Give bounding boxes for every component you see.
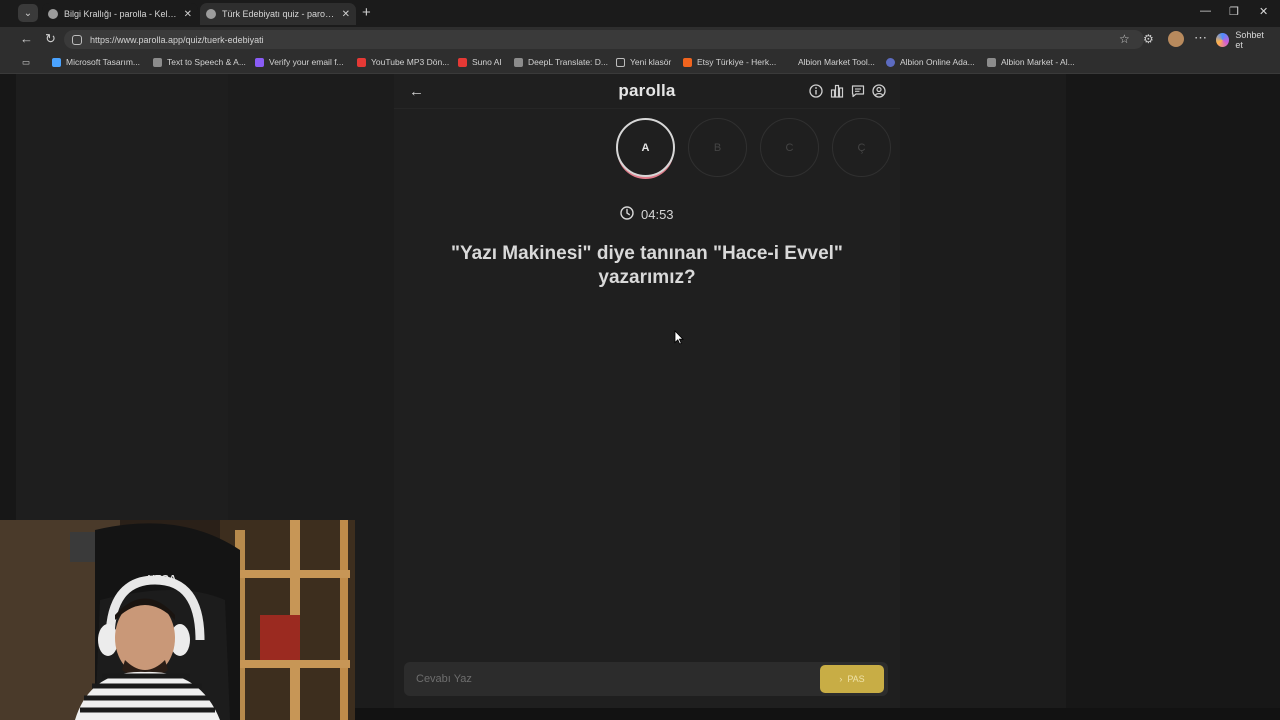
info-icon[interactable] — [808, 83, 823, 98]
clock-icon — [620, 206, 634, 223]
copilot-button[interactable]: Sohbet et — [1212, 29, 1280, 50]
star-icon[interactable]: ☆ — [1119, 32, 1130, 46]
question-text: "Yazı Makinesi" diye tanınan "Hace-i Evv… — [451, 243, 843, 288]
bookmark-label: Albion Market Tool... — [798, 57, 875, 67]
letter-circle-active: A — [616, 118, 675, 177]
user-icon[interactable] — [871, 83, 886, 98]
bookmark-label: DeepL Translate: D... — [528, 57, 609, 67]
bookmark-item[interactable]: YouTube MP3 Dön... — [357, 57, 449, 67]
folder-icon — [616, 57, 625, 67]
profile-avatar[interactable] — [1168, 31, 1184, 47]
bookmark-item[interactable]: Yeni klasör — [616, 57, 671, 67]
letter-wheel: A B C Ç — [616, 118, 891, 177]
letter-circle: Ç — [832, 118, 891, 177]
bookmark-label: Microsoft Tasarım... — [66, 57, 140, 67]
app-header: ← parolla — [394, 74, 900, 109]
bookmark-item[interactable]: Albion Market - Al... — [987, 57, 1075, 67]
restore-icon[interactable]: ❐ — [1229, 5, 1239, 18]
bookmark-icon — [458, 57, 467, 67]
bookmark-label: Albion Market - Al... — [1001, 57, 1075, 67]
bookmark-icon — [683, 57, 692, 67]
bookmark-label: YouTube MP3 Dön... — [371, 57, 450, 67]
pass-button[interactable]: › PAS — [820, 665, 884, 693]
close-window-icon[interactable]: ✕ — [1259, 5, 1268, 18]
copilot-label: Sohbet et — [1235, 29, 1264, 50]
bookmark-item[interactable]: Albion Market Tool... — [784, 57, 875, 67]
bookmark-item[interactable]: DeepL Translate: D... — [514, 57, 608, 67]
close-tab-icon[interactable]: ✕ — [342, 9, 350, 20]
address-bar: ← ↻ https://www.parolla.app/quiz/tuerk-e… — [0, 27, 1280, 52]
browser-tab-2[interactable]: Türk Edebiyatı quiz - parolla - Keli ✕ — [200, 3, 356, 25]
bookmark-label: Suno AI — [472, 57, 502, 67]
bookmark-label: Text to Speech & A... — [167, 57, 246, 67]
bookmark-item[interactable]: Text to Speech & A... — [153, 57, 246, 67]
timer: 04:53 — [620, 206, 674, 223]
globe-icon — [206, 9, 216, 19]
bookmark-item[interactable]: Microsoft Tasarım... — [52, 57, 140, 67]
chevron-right-icon: › — [839, 674, 843, 684]
bookmark-icon — [784, 57, 793, 67]
bookmarks-bar: ▭ Microsoft Tasarım... Text to Speech & … — [0, 52, 1280, 74]
bookmark-label: Etsy Türkiye - Herk... — [697, 57, 777, 67]
minimize-icon[interactable]: — — [1200, 5, 1211, 17]
answer-input[interactable] — [404, 662, 804, 696]
browser-tab-bar: ⌄ Bilgi Krallığı - parolla - Kelime oyu … — [0, 0, 1280, 27]
header-icons — [808, 83, 886, 98]
bookmark-label: Yeni klasör — [630, 57, 672, 67]
webcam-overlay: VEGA — [0, 520, 355, 720]
site-info-icon[interactable] — [72, 34, 82, 45]
more-menu-icon[interactable]: ⋯ — [1194, 30, 1207, 46]
bookmark-icon — [987, 57, 996, 67]
stats-icon[interactable] — [829, 83, 844, 98]
letter-circle: B — [688, 118, 747, 177]
bookmark-item[interactable]: Etsy Türkiye - Herk... — [683, 57, 776, 67]
reload-icon[interactable]: ↻ — [45, 32, 56, 46]
globe-icon — [48, 9, 58, 19]
bookmark-label: Verify your email f... — [269, 57, 344, 67]
answer-bar: › PAS — [404, 662, 888, 696]
bookmark-icon — [52, 57, 61, 67]
extensions-icon[interactable]: ⚙ — [1143, 32, 1154, 46]
bookmark-icon — [153, 57, 162, 67]
tab-title: Bilgi Krallığı - parolla - Kelime oyu — [64, 9, 178, 19]
bookmark-icon — [514, 57, 523, 67]
letter-circle: C — [760, 118, 819, 177]
bookmark-icon — [357, 57, 366, 67]
bookmark-icon — [886, 57, 895, 67]
back-icon[interactable]: ← — [20, 32, 33, 46]
bookmark-item[interactable]: Suno AI — [458, 57, 502, 67]
bookmark-item[interactable]: Albion Online Ada... — [886, 57, 975, 67]
tab-search-icon[interactable]: ⌄ — [18, 4, 38, 22]
new-tab-icon[interactable]: + — [362, 4, 371, 21]
bookmark-label: Albion Online Ada... — [900, 57, 975, 67]
timer-value: 04:53 — [641, 207, 674, 222]
pass-label: PAS — [847, 674, 865, 684]
reading-list-icon[interactable]: ▭ — [22, 57, 30, 68]
webcam-image: VEGA — [0, 520, 355, 720]
copilot-icon — [1216, 32, 1230, 47]
mouse-cursor-icon — [674, 330, 684, 350]
tab-title: Türk Edebiyatı quiz - parolla - Keli — [222, 9, 336, 19]
bookmark-item[interactable]: Verify your email f... — [255, 57, 344, 67]
bookmark-icon — [255, 57, 264, 67]
url-field[interactable]: https://www.parolla.app/quiz/tuerk-edebi… — [64, 30, 1144, 49]
comment-icon[interactable] — [850, 83, 865, 98]
browser-tab-1[interactable]: Bilgi Krallığı - parolla - Kelime oyu ✕ — [42, 3, 198, 25]
close-tab-icon[interactable]: ✕ — [184, 9, 192, 20]
url-text: https://www.parolla.app/quiz/tuerk-edebi… — [90, 34, 264, 45]
